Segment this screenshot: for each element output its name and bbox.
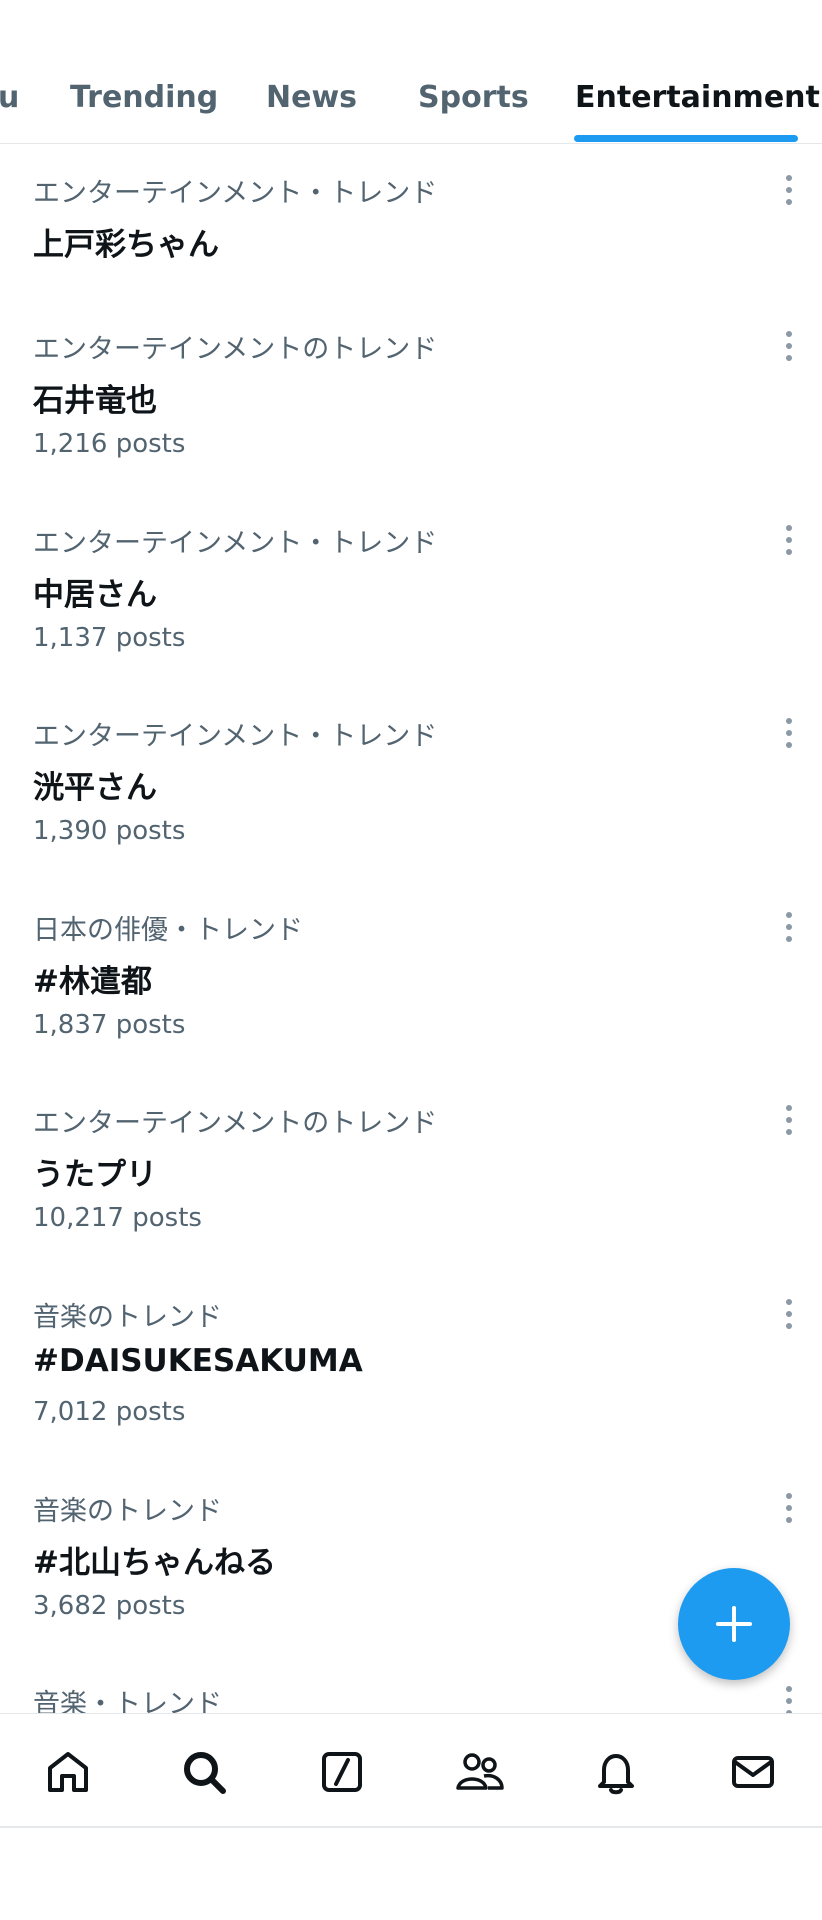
tab-sports[interactable]: Sports <box>418 80 529 115</box>
trend-topic: 石井竜也 <box>33 383 157 419</box>
trend-category: エンターテインメント・トレンド <box>33 528 438 559</box>
trend-category: 日本の俳優・トレンド <box>33 915 303 946</box>
tab-bar: u Trending News Sports Entertainment <box>0 0 822 144</box>
nav-messages[interactable] <box>725 1744 781 1800</box>
trend-post-count: 3,682 posts <box>33 1591 186 1621</box>
more-vertical-icon[interactable] <box>784 716 794 750</box>
trend-category: エンターテインメントのトレンド <box>33 334 438 365</box>
trend-category: 音楽のトレンド <box>33 1496 222 1527</box>
trend-topic: 上戸彩ちゃん <box>33 227 219 263</box>
trend-category: エンターテインメント・トレンド <box>33 721 438 752</box>
search-icon <box>184 1752 226 1794</box>
trend-category: エンターテインメントのトレンド <box>33 1108 438 1139</box>
more-vertical-icon[interactable] <box>784 1297 794 1331</box>
trend-item[interactable]: 日本の俳優・トレンド #林遣都 1,837 posts <box>0 880 822 1073</box>
trend-topic: うたプリ <box>33 1157 157 1193</box>
trend-post-count: 7,012 posts <box>33 1397 186 1427</box>
active-tab-indicator <box>574 135 798 142</box>
trend-topic: #北山ちゃんねる <box>33 1545 276 1581</box>
trend-topic: 洸平さん <box>33 770 157 806</box>
trend-category: 音楽のトレンド <box>33 1302 222 1333</box>
trend-item[interactable]: エンターテインメント・トレンド 洸平さん 1,390 posts <box>0 686 822 879</box>
trend-topic: #林遣都 <box>33 964 152 1000</box>
plus-icon <box>716 1606 752 1642</box>
grok-icon <box>322 1752 362 1792</box>
more-vertical-icon[interactable] <box>784 1491 794 1525</box>
communities-icon <box>456 1753 504 1790</box>
more-vertical-icon[interactable] <box>784 1103 794 1137</box>
more-vertical-icon[interactable] <box>784 329 794 363</box>
trend-topic: 中居さん <box>33 577 157 613</box>
trend-post-count: 1,390 posts <box>33 816 186 846</box>
home-icon <box>48 1752 88 1792</box>
more-vertical-icon[interactable] <box>784 910 794 944</box>
trend-post-count: 1,216 posts <box>33 429 186 459</box>
trend-list: エンターテインメント・トレンド 上戸彩ちゃん エンターテインメントのトレンド 石… <box>0 143 822 1713</box>
trend-item[interactable]: エンターテインメントのトレンド 石井竜也 1,216 posts <box>0 299 822 492</box>
tab-partial[interactable]: u <box>0 80 19 115</box>
more-vertical-icon[interactable] <box>784 173 794 207</box>
trend-category: 音楽・トレンド <box>33 1689 222 1713</box>
trend-item[interactable]: 音楽のトレンド #DAISUKESAKUMA 7,012 posts <box>0 1267 822 1460</box>
tab-entertainment[interactable]: Entertainment <box>575 80 820 115</box>
tab-trending[interactable]: Trending <box>70 80 218 115</box>
more-vertical-icon[interactable] <box>784 523 794 557</box>
more-vertical-icon[interactable] <box>784 1684 794 1713</box>
bottom-navigation <box>0 1713 822 1828</box>
trend-post-count: 1,137 posts <box>33 623 186 653</box>
trend-item[interactable]: エンターテインメント・トレンド 中居さん 1,137 posts <box>0 493 822 686</box>
trend-post-count: 10,217 posts <box>33 1203 202 1233</box>
nav-grok[interactable] <box>314 1744 370 1800</box>
trend-item[interactable]: エンターテインメントのトレンド うたプリ 10,217 posts <box>0 1073 822 1266</box>
tab-news[interactable]: News <box>266 80 357 115</box>
trend-topic: #DAISUKESAKUMA <box>33 1343 363 1379</box>
trend-category: エンターテインメント・トレンド <box>33 178 438 209</box>
trend-post-count: 1,837 posts <box>33 1010 186 1040</box>
nav-communities[interactable] <box>452 1744 508 1800</box>
messages-icon <box>732 1756 774 1788</box>
nav-home[interactable] <box>40 1744 96 1800</box>
compose-button[interactable] <box>678 1568 790 1680</box>
notifications-icon <box>598 1754 634 1795</box>
nav-notifications[interactable] <box>588 1744 644 1800</box>
nav-explore[interactable] <box>176 1744 232 1800</box>
